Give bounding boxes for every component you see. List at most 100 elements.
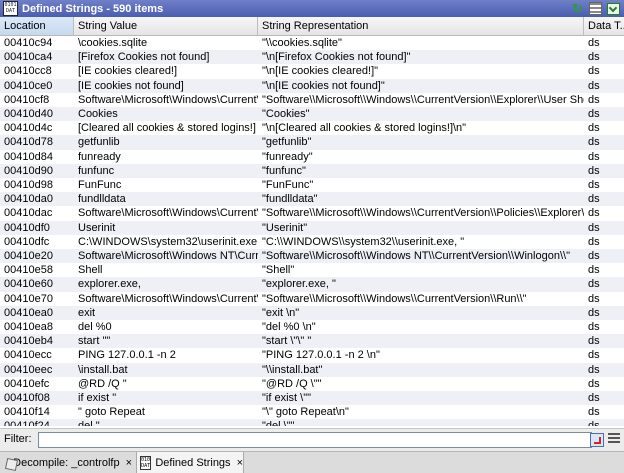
table-row[interactable]: 00410df0 Userinit "Userinit" ds xyxy=(0,220,624,235)
cell-data-type: ds xyxy=(588,164,600,177)
cell-location: 00410d4c xyxy=(4,122,53,135)
table-row[interactable]: 00410f24del ""del \""ds xyxy=(0,419,624,426)
export-icon[interactable] xyxy=(607,2,620,15)
close-icon[interactable]: × xyxy=(237,457,243,469)
cell-string-representation: "getfunlib" xyxy=(262,136,312,149)
table-icon[interactable] xyxy=(589,2,602,15)
title-actions: ↻ xyxy=(571,0,620,17)
table-row[interactable]: 00410ecc PING 127.0.0.1 -n 2 "PING 127.0.0… xyxy=(0,348,624,362)
cell-string-representation: "Software\\Microsoft\\Windows\\CurrentVe… xyxy=(262,93,584,106)
cell-string-representation: "start \"\" " xyxy=(262,335,312,348)
table-row[interactable]: 00410c94 \cookies.sqlite "\\cookies.sqlite… xyxy=(0,36,624,50)
tab-defined-strings[interactable]: 0101DAT Defined Strings × xyxy=(136,452,244,473)
cell-string-representation: "explorer.exe, " xyxy=(262,278,336,291)
cell-location: 00410ea8 xyxy=(4,321,53,333)
cell-location: 00410efc xyxy=(4,377,50,390)
table-row[interactable]: 00410efc @RD /Q " "@RD /Q \"" ds xyxy=(0,377,624,391)
cell-location: 00410e60 xyxy=(4,278,53,291)
table-row[interactable]: 00410cf8 Software\Microsoft\Windows\Curre… xyxy=(0,93,624,107)
cell-string-value: exit xyxy=(78,306,96,319)
filter-input[interactable] xyxy=(38,432,592,448)
table-row[interactable]: 00410e70 Software\Microsoft\Windows\Curre… xyxy=(0,292,624,306)
table-row[interactable]: 00410dac Software\Microsoft\Windows\Curre… xyxy=(0,206,624,220)
table-row[interactable]: 00410e20 Software\Microsoft\Windows NT\Cu… xyxy=(0,249,624,264)
table-row[interactable]: 00410f14 " goto Repeat "\" goto Repeat\n" d… xyxy=(0,405,624,419)
column-header-string-value[interactable]: String Value xyxy=(74,17,258,35)
cell-location: 00410ca4 xyxy=(4,51,53,64)
table-row[interactable]: 00410ce0 [IE cookies not found] "\n[IE coo… xyxy=(0,78,624,93)
cell-string-value: explorer.exe, xyxy=(78,278,141,291)
close-icon[interactable]: × xyxy=(126,457,132,469)
cell-location: 00410da0 xyxy=(4,193,53,206)
filter-settings-icon[interactable] xyxy=(608,433,620,445)
cell-location: 00410cf8 xyxy=(4,93,50,106)
cell-location: 00410d40 xyxy=(4,108,53,120)
filter-options-icon[interactable] xyxy=(590,433,604,447)
cell-data-type: ds xyxy=(588,306,600,319)
cell-data-type: ds xyxy=(588,349,600,362)
table-row[interactable]: 00410d98 FunFunc "FunFunc" ds xyxy=(0,178,624,192)
cell-string-representation: "FunFunc" xyxy=(262,179,314,191)
cell-string-representation: "Software\\Microsoft\\Windows\\CurrentVe… xyxy=(262,292,527,305)
table-row[interactable]: 00410d40 Cookies "Cookies" ds xyxy=(0,107,624,122)
refresh-icon[interactable]: ↻ xyxy=(571,2,584,15)
cell-location: 00410e70 xyxy=(4,292,53,305)
cell-string-value: \cookies.sqlite xyxy=(78,37,148,49)
table-header: Location String Value String Representat… xyxy=(0,17,624,36)
cell-data-type: ds xyxy=(584,419,624,426)
cell-data-type: ds xyxy=(588,292,600,305)
cell-string-representation: "\\install.bat" xyxy=(262,363,323,376)
cell-data-type: ds xyxy=(588,108,600,120)
column-header-string-representation[interactable]: String Representation xyxy=(258,17,584,35)
cell-string-representation: "fundlldata" xyxy=(262,193,318,206)
cell-string-value: Software\Microsoft\Windows\CurrentVer... xyxy=(78,93,258,106)
tab-bar: Decompile: _controlfp × 0101DAT Defined … xyxy=(0,451,624,473)
cell-data-type: ds xyxy=(588,136,600,149)
table-row[interactable]: 00410ea0 exit "exit \n" ds xyxy=(0,305,624,320)
cell-string-value: @RD /Q " xyxy=(78,377,127,390)
cell-location: 00410c94 xyxy=(4,37,53,49)
table-row[interactable]: 00410da0 fundlldata "fundlldata" ds xyxy=(0,192,624,207)
cell-string-representation: "\" goto Repeat\n" xyxy=(262,406,349,419)
cell-data-type: ds xyxy=(588,392,600,404)
cell-data-type: ds xyxy=(588,93,600,106)
cell-location: 00410d98 xyxy=(4,179,53,191)
table-row[interactable]: 00410e58 Shell "Shell" ds xyxy=(0,263,624,277)
tab-label: Defined Strings xyxy=(155,456,231,469)
cell-data-type: ds xyxy=(588,37,600,49)
column-header-location[interactable]: Location xyxy=(0,17,74,35)
cell-string-value: start "" xyxy=(78,335,111,348)
binary-strings-icon: 0101DAT xyxy=(3,1,18,16)
table-row[interactable]: 00410d90 funfunc "funfunc" ds xyxy=(0,163,624,178)
cell-data-type: ds xyxy=(588,122,600,135)
table-row[interactable]: 00410e60 explorer.exe, "explorer.exe, " ds xyxy=(0,277,624,292)
cell-string-representation: "Software\\Microsoft\\Windows\\CurrentVe… xyxy=(262,207,584,220)
table-row[interactable]: 00410dfc C:\WINDOWS\system32\userinit.exe… xyxy=(0,235,624,249)
table-row[interactable]: 00410cc8 [IE cookies cleared!] "\n[IE cook… xyxy=(0,64,624,78)
cell-string-representation: "Software\\Microsoft\\Windows NT\\Curren… xyxy=(262,250,570,262)
table-row[interactable]: 00410f08 if exist " "if exist \"" ds xyxy=(0,391,624,406)
table-row[interactable]: 00410ea8 del %0 "del %0 \n" ds xyxy=(0,320,624,334)
table-row[interactable]: 00410d78 getfunlib "getfunlib" ds xyxy=(0,135,624,150)
table-row[interactable]: 00410d84 funready "funready" ds xyxy=(0,150,624,164)
cell-string-representation: "exit \n" xyxy=(262,306,300,319)
column-header-data-type[interactable]: Data T... xyxy=(584,17,624,35)
cell-data-type: ds xyxy=(588,250,600,262)
table-row[interactable]: 00410eec \install.bat "\\install.bat" ds xyxy=(0,362,624,377)
cell-location: 00410d78 xyxy=(4,136,53,149)
cell-string-value: C:\WINDOWS\system32\userinit.exe, xyxy=(78,235,258,248)
cell-location: 00410dfc xyxy=(4,235,50,248)
cell-data-type: ds xyxy=(588,377,600,390)
cell-string-value: if exist " xyxy=(78,392,117,404)
cell-location: 00410df0 xyxy=(4,221,50,234)
table-row[interactable]: 00410ca4 [Firefox Cookies not found] "\n[F… xyxy=(0,50,624,65)
cell-location: 00410ce0 xyxy=(4,79,53,92)
cell-string-value: " goto Repeat xyxy=(78,406,145,419)
table-row[interactable]: 00410eb4 start "" "start \"\" " ds xyxy=(0,334,624,349)
tab-decompile[interactable]: Decompile: _controlfp × xyxy=(2,452,132,473)
cell-data-type: ds xyxy=(588,406,600,419)
cell-string-representation: "@RD /Q \"" xyxy=(262,377,322,390)
cell-string-representation: "del \"" xyxy=(258,419,584,426)
table-row[interactable]: 00410d4c [Cleared all cookies & stored lo… xyxy=(0,121,624,135)
cell-location: 00410d90 xyxy=(4,164,53,177)
